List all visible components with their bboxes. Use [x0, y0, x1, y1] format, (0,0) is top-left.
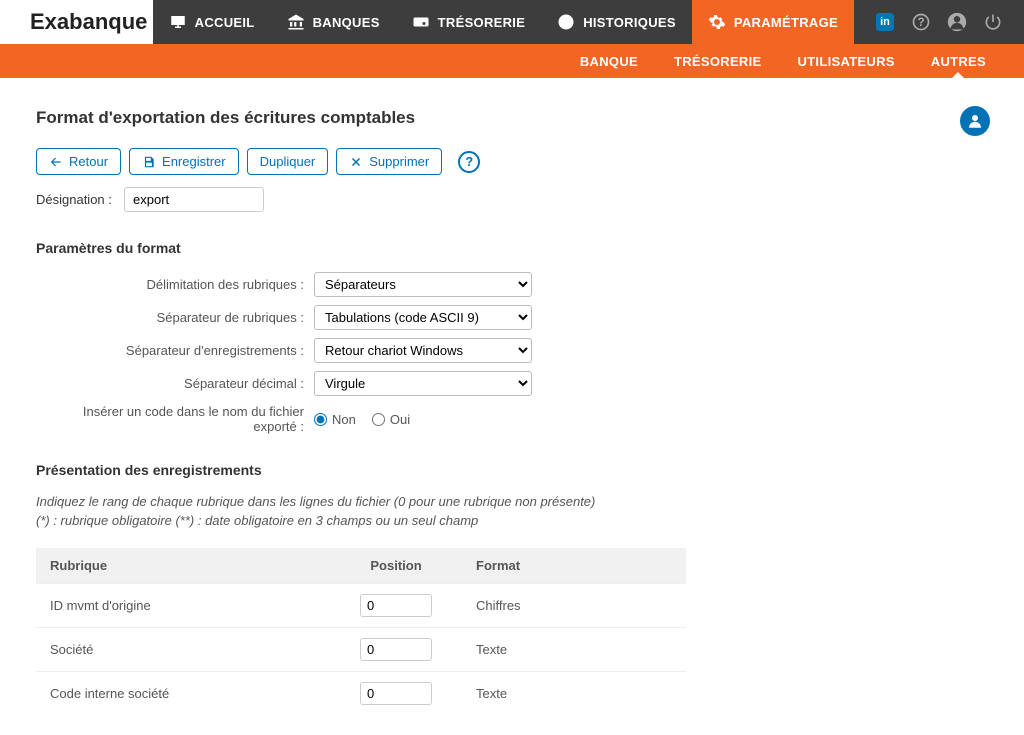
back-button[interactable]: Retour — [36, 148, 121, 175]
nav-tresorerie[interactable]: TRÉSORERIE — [396, 0, 542, 44]
clock-icon — [557, 13, 575, 31]
brand-logo[interactable]: Exabanque — [0, 0, 153, 44]
nav-accueil[interactable]: ACCUEIL — [153, 0, 271, 44]
page-title: Format d'exportation des écritures compt… — [36, 108, 988, 128]
row-sep-enreg: Séparateur d'enregistrements : Retour ch… — [36, 338, 988, 363]
cell-rubrique: Société — [36, 628, 326, 672]
position-input[interactable] — [360, 682, 432, 705]
gear-icon — [708, 13, 726, 31]
table-row: Code interne société Texte — [36, 672, 686, 716]
subnav-banque[interactable]: BANQUE — [562, 44, 656, 78]
label-insert-code: Insérer un code dans le nom du fichier e… — [36, 404, 304, 434]
user-avatar-badge[interactable] — [960, 106, 990, 136]
cell-position — [326, 628, 466, 672]
main-content: Format d'exportation des écritures compt… — [0, 78, 1024, 735]
nav-historiques[interactable]: HISTORIQUES — [541, 0, 692, 44]
params-section-title: Paramètres du format — [36, 240, 988, 256]
row-sep-decimal: Séparateur décimal : Virgule — [36, 371, 988, 396]
cell-rubrique: ID mvmt d'origine — [36, 584, 326, 628]
params-form: Délimitation des rubriques : Séparateurs… — [36, 272, 988, 434]
label-sep-rubriques: Séparateur de rubriques : — [36, 310, 304, 325]
table-row: Société Texte — [36, 628, 686, 672]
nav-label: BANQUES — [313, 15, 380, 30]
select-delimitation[interactable]: Séparateurs — [314, 272, 532, 297]
nav-banques[interactable]: BANQUES — [271, 0, 396, 44]
select-sep-rubriques[interactable]: Tabulations (code ASCII 9) — [314, 305, 532, 330]
select-sep-decimal[interactable]: Virgule — [314, 371, 532, 396]
th-position: Position — [326, 548, 466, 584]
help-circle[interactable]: ? — [458, 151, 480, 173]
radio-non-wrap[interactable]: Non — [314, 412, 356, 427]
svg-text:?: ? — [917, 16, 924, 29]
table-row: ID mvmt d'origine Chiffres — [36, 584, 686, 628]
save-icon — [142, 155, 156, 169]
main-nav: ACCUEIL BANQUES TRÉSORERIE HISTORIQUES P… — [153, 0, 854, 44]
cell-rubrique: Code interne société — [36, 672, 326, 716]
linkedin-icon[interactable]: in — [874, 11, 896, 33]
save-button[interactable]: Enregistrer — [129, 148, 239, 175]
nav-right: in ? — [854, 0, 1024, 44]
duplicate-button[interactable]: Dupliquer — [247, 148, 329, 175]
cell-position — [326, 584, 466, 628]
cell-format: Texte — [466, 628, 686, 672]
table-header-row: Rubrique Position Format — [36, 548, 686, 584]
label-delimitation: Délimitation des rubriques : — [36, 277, 304, 292]
select-sep-enreg[interactable]: Retour chariot Windows — [314, 338, 532, 363]
label-sep-decimal: Séparateur décimal : — [36, 376, 304, 391]
hint-line-2: (*) : rubrique obligatoire (**) : date o… — [36, 513, 988, 528]
brand-bold: Exa — [30, 9, 69, 34]
radio-oui-wrap[interactable]: Oui — [372, 412, 410, 427]
sub-nav: BANQUE TRÉSORERIE UTILISATEURS AUTRES — [0, 44, 1024, 78]
th-format: Format — [466, 548, 686, 584]
presentation-section-title: Présentation des enregistrements — [36, 462, 988, 478]
bank-icon — [287, 13, 305, 31]
monitor-icon — [169, 13, 187, 31]
designation-row: Désignation : — [36, 187, 988, 212]
row-insert-code: Insérer un code dans le nom du fichier e… — [36, 404, 988, 434]
nav-label: TRÉSORERIE — [438, 15, 526, 30]
rubriques-table: Rubrique Position Format ID mvmt d'origi… — [36, 548, 686, 715]
cell-position — [326, 672, 466, 716]
position-input[interactable] — [360, 638, 432, 661]
radio-oui[interactable] — [372, 413, 385, 426]
designation-label: Désignation : — [36, 192, 116, 207]
subnav-autres[interactable]: AUTRES — [913, 44, 1004, 78]
hint-line-1: Indiquez le rang de chaque rubrique dans… — [36, 494, 988, 509]
delete-button[interactable]: Supprimer — [336, 148, 442, 175]
radio-group-insert-code: Non Oui — [314, 412, 410, 427]
subnav-utilisateurs[interactable]: UTILISATEURS — [780, 44, 913, 78]
wallet-icon — [412, 13, 430, 31]
subnav-tresorerie[interactable]: TRÉSORERIE — [656, 44, 780, 78]
cell-format: Texte — [466, 672, 686, 716]
close-icon — [349, 155, 363, 169]
cell-format: Chiffres — [466, 584, 686, 628]
profile-icon[interactable] — [946, 11, 968, 33]
power-icon[interactable] — [982, 11, 1004, 33]
designation-input[interactable] — [124, 187, 264, 212]
label-sep-enreg: Séparateur d'enregistrements : — [36, 343, 304, 358]
th-rubrique: Rubrique — [36, 548, 326, 584]
action-row: Retour Enregistrer Dupliquer Supprimer ? — [36, 148, 988, 175]
nav-parametrage[interactable]: PARAMÉTRAGE — [692, 0, 854, 44]
brand-rest: banque — [69, 9, 147, 34]
row-delimitation: Délimitation des rubriques : Séparateurs — [36, 272, 988, 297]
row-sep-rubriques: Séparateur de rubriques : Tabulations (c… — [36, 305, 988, 330]
nav-label: ACCUEIL — [195, 15, 255, 30]
nav-label: PARAMÉTRAGE — [734, 15, 838, 30]
top-nav: Exabanque ACCUEIL BANQUES TRÉSORERIE HIS… — [0, 0, 1024, 44]
arrow-left-icon — [49, 155, 63, 169]
nav-label: HISTORIQUES — [583, 15, 676, 30]
radio-non[interactable] — [314, 413, 327, 426]
help-icon[interactable]: ? — [910, 11, 932, 33]
